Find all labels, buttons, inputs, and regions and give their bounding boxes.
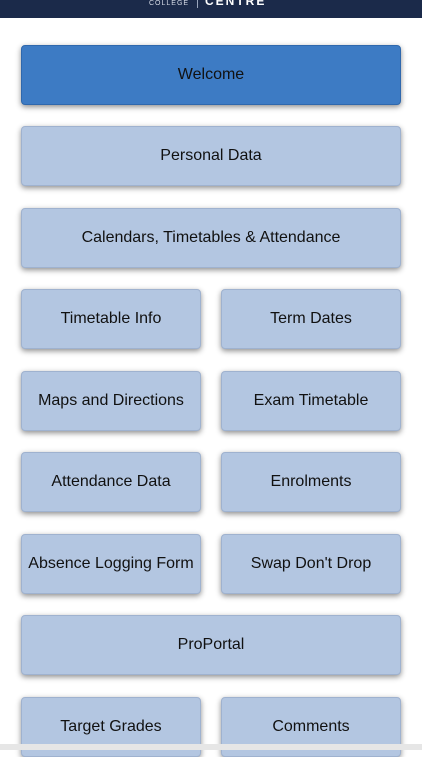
bottom-edge [0, 744, 422, 750]
centre-logo-text: CENTRE [205, 0, 267, 8]
personal-data-button[interactable]: Personal Data [21, 126, 401, 186]
welcome-button[interactable]: Welcome [21, 45, 401, 105]
enrolments-button[interactable]: Enrolments [221, 452, 401, 512]
swap-dont-drop-button[interactable]: Swap Don't Drop [221, 534, 401, 594]
logo-divider [197, 0, 198, 8]
proportal-button[interactable]: ProPortal [21, 615, 401, 675]
calendars-timetables-attendance-button[interactable]: Calendars, Timetables & Attendance [21, 208, 401, 268]
app-header: COLLEGE CENTRE [0, 0, 422, 18]
exam-timetable-button[interactable]: Exam Timetable [221, 371, 401, 431]
absence-logging-form-button[interactable]: Absence Logging Form [21, 534, 201, 594]
college-logo-text: COLLEGE [149, 0, 190, 7]
term-dates-button[interactable]: Term Dates [221, 289, 401, 349]
main-menu: Welcome Personal Data Calendars, Timetab… [0, 18, 422, 757]
attendance-data-button[interactable]: Attendance Data [21, 452, 201, 512]
maps-directions-button[interactable]: Maps and Directions [21, 371, 201, 431]
timetable-info-button[interactable]: Timetable Info [21, 289, 201, 349]
